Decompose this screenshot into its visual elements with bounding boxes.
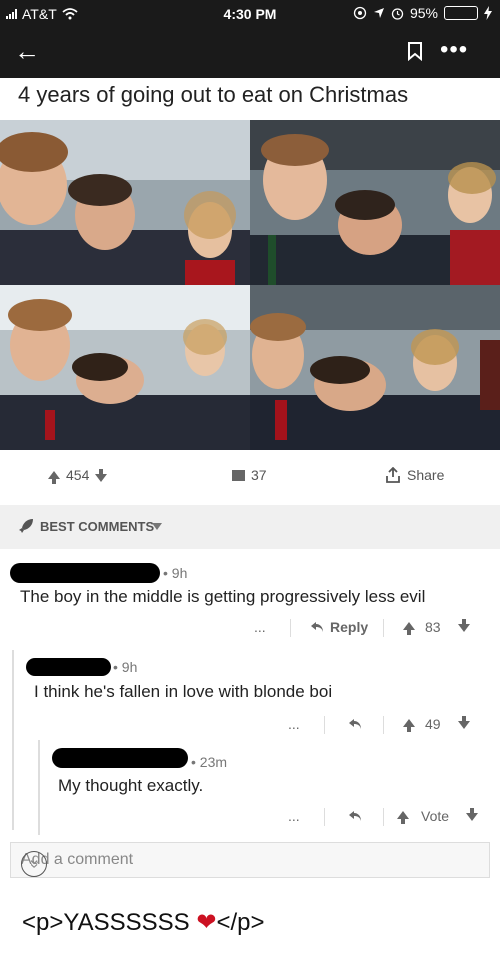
divider: [324, 808, 325, 826]
divider: [324, 716, 325, 734]
app-bar: ← •••: [0, 28, 500, 78]
status-bar: AT&T 4:30 PM 95%: [0, 0, 500, 28]
divider: [383, 716, 384, 734]
comment-more-button[interactable]: ...: [288, 808, 300, 824]
downvote-icon[interactable]: [458, 716, 470, 729]
share-label: Share: [407, 467, 445, 483]
downvote-icon[interactable]: [95, 468, 108, 482]
charging-icon: [484, 6, 492, 20]
comments-sort-header[interactable]: BEST COMMENTS: [0, 505, 500, 549]
location-icon: [353, 6, 367, 20]
caption-text-end: </p>: [216, 909, 265, 936]
photo-panel-2: [250, 120, 500, 285]
photo-panel-1: [0, 120, 250, 285]
share-icon: [386, 467, 400, 483]
reply-icon[interactable]: [348, 810, 362, 822]
upvote-icon[interactable]: [397, 811, 409, 824]
divider: [383, 808, 384, 826]
downvote-icon[interactable]: [466, 808, 478, 821]
vote-label[interactable]: Vote: [421, 808, 449, 824]
bookmark-icon[interactable]: [407, 41, 423, 61]
heart-icon: ❤: [196, 909, 217, 936]
back-arrow-icon[interactable]: ←: [14, 38, 40, 64]
caption-text-start: <p>YASSSSSS: [22, 909, 197, 936]
redacted-username: [10, 563, 160, 583]
redacted-username: [52, 748, 188, 768]
comment-score: 49: [425, 716, 441, 732]
collapse-comments-icon[interactable]: »: [21, 851, 47, 877]
reply-button[interactable]: Reply: [330, 619, 368, 635]
downvote-icon[interactable]: [458, 619, 470, 632]
comment-3: • 23m My thought exactly. ... Vote: [0, 740, 500, 835]
divider: [383, 619, 384, 637]
comment-1: • 9h The boy in the middle is getting pr…: [0, 555, 500, 645]
redacted-username: [26, 658, 111, 676]
more-options-icon[interactable]: •••: [440, 36, 468, 64]
photo-panel-3: [0, 285, 250, 450]
reply-icon[interactable]: [310, 621, 324, 633]
battery-icon: [444, 6, 478, 20]
comment-more-button[interactable]: ...: [254, 619, 266, 635]
photo-panel-4: [250, 285, 500, 450]
comment-icon: [232, 469, 245, 481]
comment-text: The boy in the middle is getting progres…: [20, 587, 426, 606]
upvote-icon[interactable]: [403, 719, 415, 732]
chevron-down-icon: [152, 523, 162, 530]
comment-count: 37: [251, 467, 267, 483]
comment-time: • 23m: [191, 754, 228, 770]
navigation-arrow-icon: [373, 8, 384, 18]
upvote-icon[interactable]: [403, 622, 415, 635]
upvote-icon[interactable]: [48, 471, 60, 484]
comment-score: 83: [425, 619, 441, 635]
reply-icon[interactable]: [348, 718, 362, 730]
battery-percent: 95%: [409, 5, 438, 21]
comment-more-button[interactable]: ...: [288, 716, 300, 732]
alarm-icon: [391, 7, 404, 20]
best-comments-label: BEST COMMENTS: [40, 519, 155, 534]
comment-2: • 9h I think he's fallen in love with bl…: [0, 650, 500, 740]
post-title: 4 years of going out to eat on Christmas: [18, 82, 409, 107]
comment-time: • 9h: [163, 565, 188, 581]
post-action-bar: 454 37 Share: [0, 460, 500, 492]
share-button[interactable]: Share: [385, 467, 444, 483]
comment-text: I think he's fallen in love with blonde …: [34, 682, 333, 701]
add-comment-field[interactable]: Add a comment »: [10, 842, 490, 878]
comment-time: • 9h: [113, 659, 138, 675]
divider: [290, 619, 291, 637]
caption: <p>YASSSSSS ❤</p>: [22, 908, 264, 937]
upvote-count: 454: [66, 467, 90, 483]
rocket-icon: [19, 519, 33, 533]
comments-button[interactable]: 37: [232, 467, 267, 483]
comment-text: My thought exactly.: [58, 776, 204, 795]
post-image[interactable]: [0, 120, 500, 450]
